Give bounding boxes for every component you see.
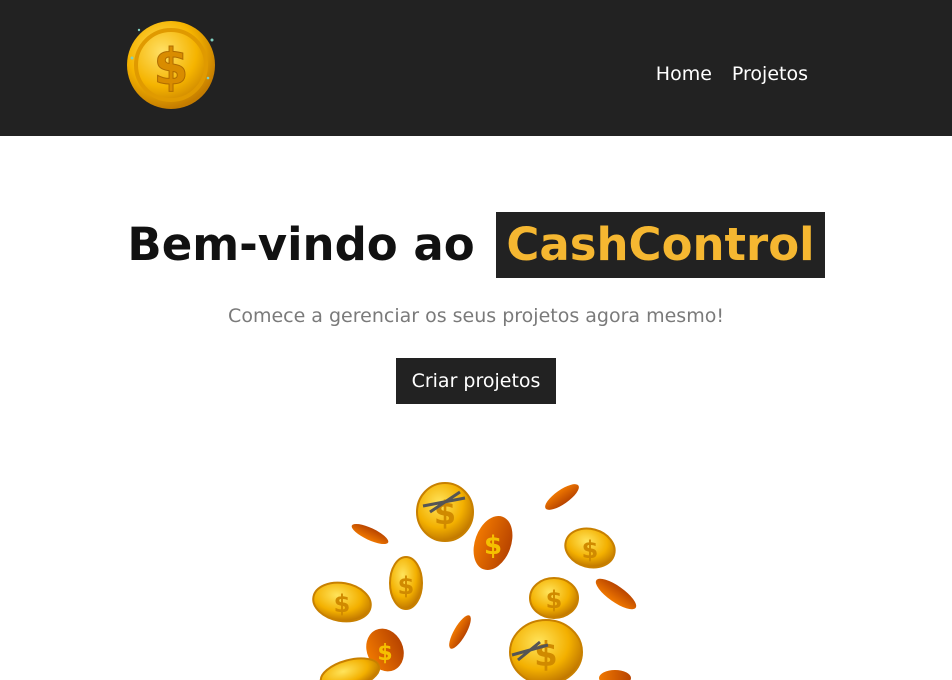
svg-text:$: $ [484,531,502,561]
main-nav: Home Projetos [656,62,808,86]
coin [595,578,637,610]
coin: $ [416,482,474,542]
nav-home-link[interactable]: Home [656,62,712,86]
page-title: Bem-vindo ao CashControl [0,212,952,278]
svg-text:$: $ [154,38,189,96]
coin [599,670,631,680]
svg-text:$: $ [377,641,392,666]
hero-subtitle: Comece a gerenciar os seus projetos agor… [228,305,724,327]
coin: $ [389,556,423,610]
coin [545,484,579,510]
coin: $ [529,577,579,619]
svg-text:$: $ [582,536,599,564]
coin: $ [312,581,372,623]
svg-text:$: $ [334,590,351,618]
nav-projetos-link[interactable]: Projetos [732,62,808,86]
create-projects-button[interactable]: Criar projetos [396,358,556,404]
site-header: $ Home Projetos [0,0,952,136]
svg-text:$: $ [546,586,563,614]
svg-text:$: $ [534,635,558,675]
title-prefix: Bem-vindo ao [127,218,475,271]
coin [449,615,471,649]
coin: $ [509,619,583,680]
svg-text:$: $ [398,572,415,600]
coin [351,523,389,545]
brand-name: CashControl [496,212,825,278]
gold-dollar-coin-icon[interactable]: $ [124,18,218,112]
coin: $ [564,527,616,569]
falling-coins-icon: $ $ $ $ $ $ $ $ [312,482,637,680]
coin: $ [473,515,513,571]
